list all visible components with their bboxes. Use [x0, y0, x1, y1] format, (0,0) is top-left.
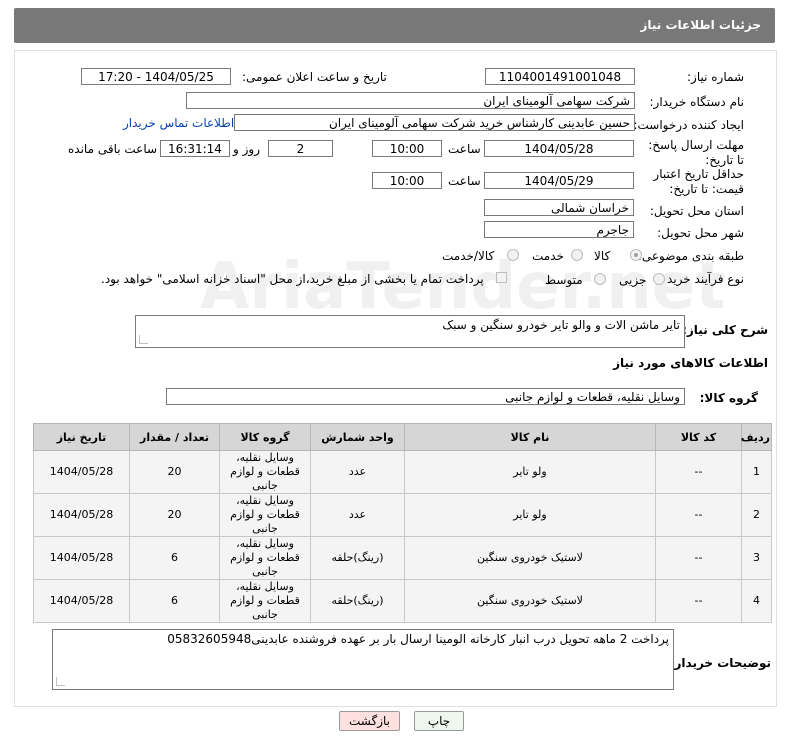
announce-field[interactable]: 1404/05/25 - 17:20 — [81, 68, 231, 85]
days-label: روز و — [233, 142, 260, 156]
cell-unit: عدد — [310, 493, 405, 537]
purchase-option-medium: متوسط — [545, 273, 583, 287]
table-header-row: ردیف کد کالا نام کالا واحد شمارش گروه کا… — [33, 423, 772, 451]
goods-group-label: گروه کالا: — [699, 391, 758, 405]
contact-info-link[interactable]: اطلاعات تماس خریدار — [123, 116, 234, 130]
province-label: استان محل تحویل: — [649, 204, 744, 218]
resize-handle-icon[interactable] — [139, 335, 148, 344]
cell-group: وسایل نقلیه، قطعات و لوازم جانبی — [219, 493, 311, 537]
city-field[interactable]: جاجرم — [484, 221, 634, 238]
col-header-date: تاریخ نیاز — [33, 423, 130, 451]
category-label: طبقه بندی موضوعی: — [637, 249, 744, 263]
table-row[interactable]: 2 -- ولو تایر عدد وسایل نقلیه، قطعات و ل… — [33, 493, 772, 537]
description-label: شرح کلی نیاز: — [682, 323, 768, 337]
buyer-org-field[interactable]: شرکت سهامی آلومینای ایران — [186, 92, 635, 109]
province-field[interactable]: خراسان شمالی — [484, 199, 634, 216]
creator-field[interactable]: حسین عابدینی کارشناس خرید شرکت سهامی آلو… — [234, 114, 635, 131]
buyer-notes-text: پرداخت 2 ماهه تحویل درب انبار کارخانه ال… — [167, 632, 669, 646]
col-header-name: نام کالا — [404, 423, 656, 451]
back-button[interactable]: بازگشت — [339, 711, 400, 731]
category-option-both: کالا/خدمت — [442, 249, 495, 263]
cell-qty: 6 — [129, 579, 220, 623]
cell-row-number: 2 — [741, 493, 772, 537]
deadline-time-label: ساعت — [448, 142, 481, 156]
deadline-time-field[interactable]: 10:00 — [372, 140, 442, 157]
print-button[interactable]: چاپ — [414, 711, 464, 731]
price-time-label: ساعت — [448, 174, 481, 188]
category-radio-goods[interactable] — [630, 249, 642, 261]
cell-group: وسایل نقلیه، قطعات و لوازم جانبی — [219, 579, 311, 623]
col-header-row-number: ردیف — [741, 423, 772, 451]
price-date-field[interactable]: 1404/05/29 — [484, 172, 634, 189]
price-time-field[interactable]: 10:00 — [372, 172, 442, 189]
buyer-notes-label: توضیحات خریدار: — [669, 656, 771, 670]
category-option-service: خدمت — [532, 249, 564, 263]
category-radio-service[interactable] — [571, 249, 583, 261]
cell-code: -- — [655, 493, 742, 537]
page-title: جزئیات اطلاعات نیاز — [640, 18, 761, 32]
cell-row-number: 4 — [741, 579, 772, 623]
cell-row-number: 1 — [741, 450, 772, 494]
category-option-goods: کالا — [594, 249, 611, 263]
cell-unit: (رینگ)حلقه — [310, 536, 405, 580]
treasury-note: پرداخت تمام یا بخشی از مبلغ خرید،از محل … — [101, 272, 484, 286]
remaining-time-field[interactable]: 16:31:14 — [160, 140, 230, 157]
days-field[interactable]: 2 — [268, 140, 333, 157]
cell-row-number: 3 — [741, 536, 772, 580]
cell-name: ولو تایر — [404, 450, 656, 494]
page-header: جزئیات اطلاعات نیاز — [14, 8, 775, 43]
cell-unit: عدد — [310, 450, 405, 494]
table-row[interactable]: 4 -- لاستیک خودروی سنگین (رینگ)حلقه وسای… — [33, 579, 772, 623]
description-text: تایر ماشن الات و والو تایر خودرو سنگین و… — [442, 318, 680, 332]
cell-date: 1404/05/28 — [33, 493, 130, 537]
purchase-radio-minor[interactable] — [653, 273, 665, 285]
cell-name: لاستیک خودروی سنگین — [404, 536, 656, 580]
col-header-group: گروه کالا — [219, 423, 311, 451]
cell-group: وسایل نقلیه، قطعات و لوازم جانبی — [219, 536, 311, 580]
goods-info-title: اطلاعات کالاهای مورد نیاز — [613, 356, 768, 370]
remaining-label: ساعت باقی مانده — [68, 142, 158, 156]
category-radio-both[interactable] — [507, 249, 519, 261]
purchase-radio-medium[interactable] — [594, 273, 606, 285]
need-number-field[interactable]: 1104001491001048 — [485, 68, 635, 85]
goods-group-field[interactable]: وسایل نقلیه، قطعات و لوازم جانبی — [166, 388, 685, 405]
cell-qty: 20 — [129, 493, 220, 537]
price-validity-label: حداقل تاریخ اعتبار قیمت: تا تاریخ: — [653, 167, 744, 196]
col-header-unit: واحد شمارش — [310, 423, 405, 451]
cell-name: لاستیک خودروی سنگین — [404, 579, 656, 623]
announce-label: تاریخ و ساعت اعلان عمومی: — [242, 70, 387, 84]
description-textarea[interactable]: تایر ماشن الات و والو تایر خودرو سنگین و… — [135, 315, 685, 348]
cell-name: ولو تایر — [404, 493, 656, 537]
cell-date: 1404/05/28 — [33, 450, 130, 494]
cell-qty: 20 — [129, 450, 220, 494]
items-table: ردیف کد کالا نام کالا واحد شمارش گروه کا… — [33, 423, 772, 623]
buyer-org-label: نام دستگاه خریدار: — [649, 95, 745, 109]
purchase-type-label: نوع فرآیند خرید : — [659, 272, 744, 286]
cell-code: -- — [655, 450, 742, 494]
cell-code: -- — [655, 579, 742, 623]
cell-date: 1404/05/28 — [33, 579, 130, 623]
cell-qty: 6 — [129, 536, 220, 580]
creator-label: ایجاد کننده درخواست: — [633, 118, 744, 132]
table-row[interactable]: 3 -- لاستیک خودروی سنگین (رینگ)حلقه وسای… — [33, 536, 772, 580]
col-header-code: کد کالا — [655, 423, 742, 451]
cell-unit: (رینگ)حلقه — [310, 579, 405, 623]
table-row[interactable]: 1 -- ولو تایر عدد وسایل نقلیه، قطعات و ل… — [33, 450, 772, 494]
buyer-notes-textarea[interactable]: پرداخت 2 ماهه تحویل درب انبار کارخانه ال… — [52, 629, 674, 690]
cell-code: -- — [655, 536, 742, 580]
city-label: شهر محل تحویل: — [657, 226, 744, 240]
need-number-label: شماره نیاز: — [687, 70, 744, 84]
deadline-label: مهلت ارسال پاسخ: تا تاریخ: — [648, 138, 744, 167]
deadline-date-field[interactable]: 1404/05/28 — [484, 140, 634, 157]
cell-date: 1404/05/28 — [33, 536, 130, 580]
resize-handle-icon[interactable] — [56, 677, 65, 686]
cell-group: وسایل نقلیه، قطعات و لوازم جانبی — [219, 450, 311, 494]
col-header-qty: تعداد / مقدار — [129, 423, 220, 451]
purchase-option-minor: جزیی — [619, 273, 647, 287]
treasury-checkbox[interactable] — [496, 272, 507, 283]
